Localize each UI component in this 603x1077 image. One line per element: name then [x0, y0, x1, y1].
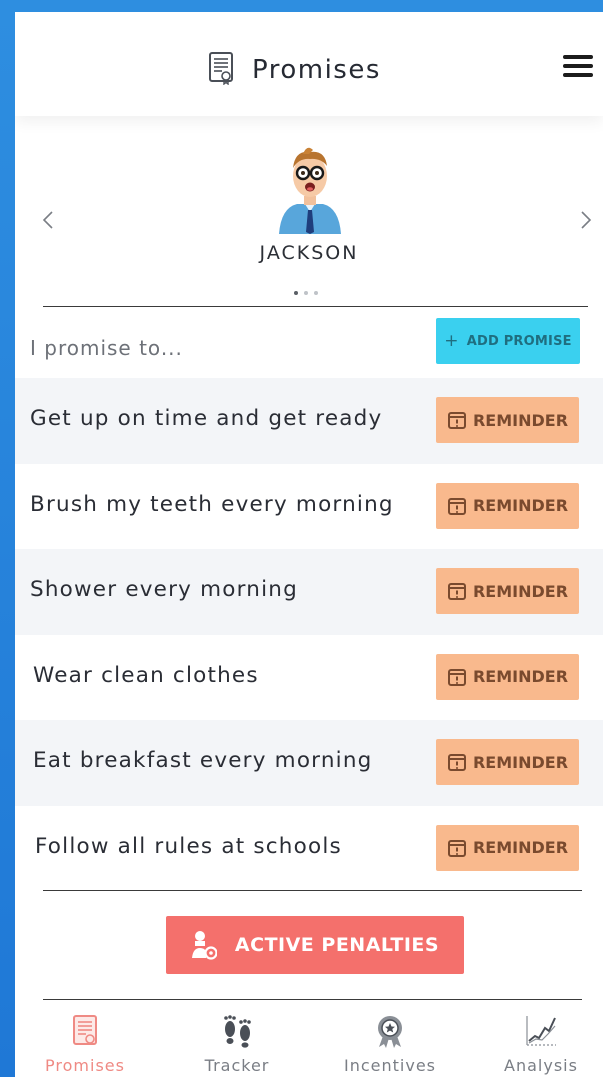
list-item: Follow all rules at schools REMINDER: [15, 806, 603, 892]
calendar-alert-icon: [447, 754, 466, 771]
calendar-alert-icon: [447, 583, 466, 600]
carousel-dot[interactable]: [314, 291, 318, 295]
calendar-alert-icon: [447, 668, 466, 686]
avatar: [275, 142, 345, 234]
reminder-label: REMINDER: [472, 667, 569, 686]
promise-list: Get up on time and get ready REMINDER Br…: [15, 378, 603, 891]
reminder-label: REMINDER: [472, 752, 569, 772]
hamburger-menu-icon[interactable]: [563, 55, 593, 79]
carousel-indicator: [294, 291, 318, 295]
app-header: Promises: [15, 12, 603, 116]
promise-text: Follow all rules at schools: [35, 833, 342, 859]
calendar-alert-icon: [447, 839, 466, 857]
nav-label: Promises: [45, 1056, 125, 1075]
reminder-label: REMINDER: [472, 581, 569, 601]
list-item: Wear clean clothes REMINDER: [15, 635, 603, 721]
reminder-button[interactable]: REMINDER: [436, 397, 579, 443]
nav-label: Tracker: [204, 1056, 270, 1075]
person-badge-icon: [191, 931, 217, 960]
promise-text: Shower every morning: [30, 577, 298, 602]
divider: [43, 890, 582, 891]
bottom-navigation: Promises Tracker Incentives Analysis: [15, 1002, 603, 1077]
document-certificate-icon: [72, 1014, 98, 1052]
line-chart-icon: [524, 1014, 558, 1052]
reminder-button[interactable]: REMINDER: [436, 653, 579, 700]
promise-header: I promise to... + ADD PROMISE: [15, 318, 603, 376]
app-screen: Promises JACKSON I promise to... + ADD P…: [15, 12, 603, 1077]
calendar-alert-icon: [447, 497, 466, 515]
plus-icon: +: [444, 331, 459, 351]
promise-text: Get up on time and get ready: [30, 406, 383, 431]
nav-tab-tracker[interactable]: Tracker: [167, 1002, 307, 1077]
nav-label: Incentives: [343, 1056, 436, 1075]
reminder-label: REMINDER: [472, 496, 569, 515]
promise-prompt: I promise to...: [30, 336, 183, 360]
reminder-label: REMINDER: [472, 410, 569, 430]
active-penalties-button[interactable]: ACTIVE PENALTIES: [166, 916, 464, 974]
carousel-dot[interactable]: [304, 291, 308, 295]
add-promise-button[interactable]: + ADD PROMISE: [436, 318, 580, 364]
award-ribbon-icon: [373, 1014, 407, 1052]
promise-text: Wear clean clothes: [33, 662, 259, 688]
carousel-dot[interactable]: [294, 291, 298, 295]
list-item: Brush my teeth every morning REMINDER: [15, 464, 603, 550]
reminder-button[interactable]: REMINDER: [436, 568, 579, 614]
reminder-button[interactable]: REMINDER: [436, 482, 579, 529]
page-title: Promises: [252, 55, 381, 85]
add-promise-label: ADD PROMISE: [466, 333, 572, 349]
divider: [43, 306, 588, 307]
nav-tab-incentives[interactable]: Incentives: [320, 1002, 460, 1077]
nav-tab-analysis[interactable]: Analysis: [471, 1002, 603, 1077]
list-item: Shower every morning REMINDER: [15, 549, 603, 635]
chevron-right-icon[interactable]: [575, 210, 595, 230]
list-item: Eat breakfast every morning REMINDER: [15, 720, 603, 806]
promise-text: Eat breakfast every morning: [33, 748, 373, 773]
header-title-group: Promises: [208, 52, 381, 88]
active-penalties-label: ACTIVE PENALTIES: [234, 934, 440, 956]
calendar-alert-icon: [447, 412, 466, 429]
nav-label: Analysis: [504, 1056, 578, 1075]
reminder-button[interactable]: REMINDER: [436, 824, 579, 871]
chevron-left-icon[interactable]: [39, 210, 59, 230]
nav-tab-promises[interactable]: Promises: [15, 1002, 155, 1077]
profile-carousel: JACKSON: [15, 122, 603, 312]
list-item: Get up on time and get ready REMINDER: [15, 378, 603, 464]
reminder-button[interactable]: REMINDER: [436, 739, 579, 785]
reminder-label: REMINDER: [472, 838, 569, 857]
document-certificate-icon: [208, 51, 234, 89]
footprints-icon: [218, 1014, 256, 1052]
divider: [43, 999, 582, 1000]
promise-text: Brush my teeth every morning: [30, 491, 394, 517]
child-name: JACKSON: [259, 242, 359, 264]
